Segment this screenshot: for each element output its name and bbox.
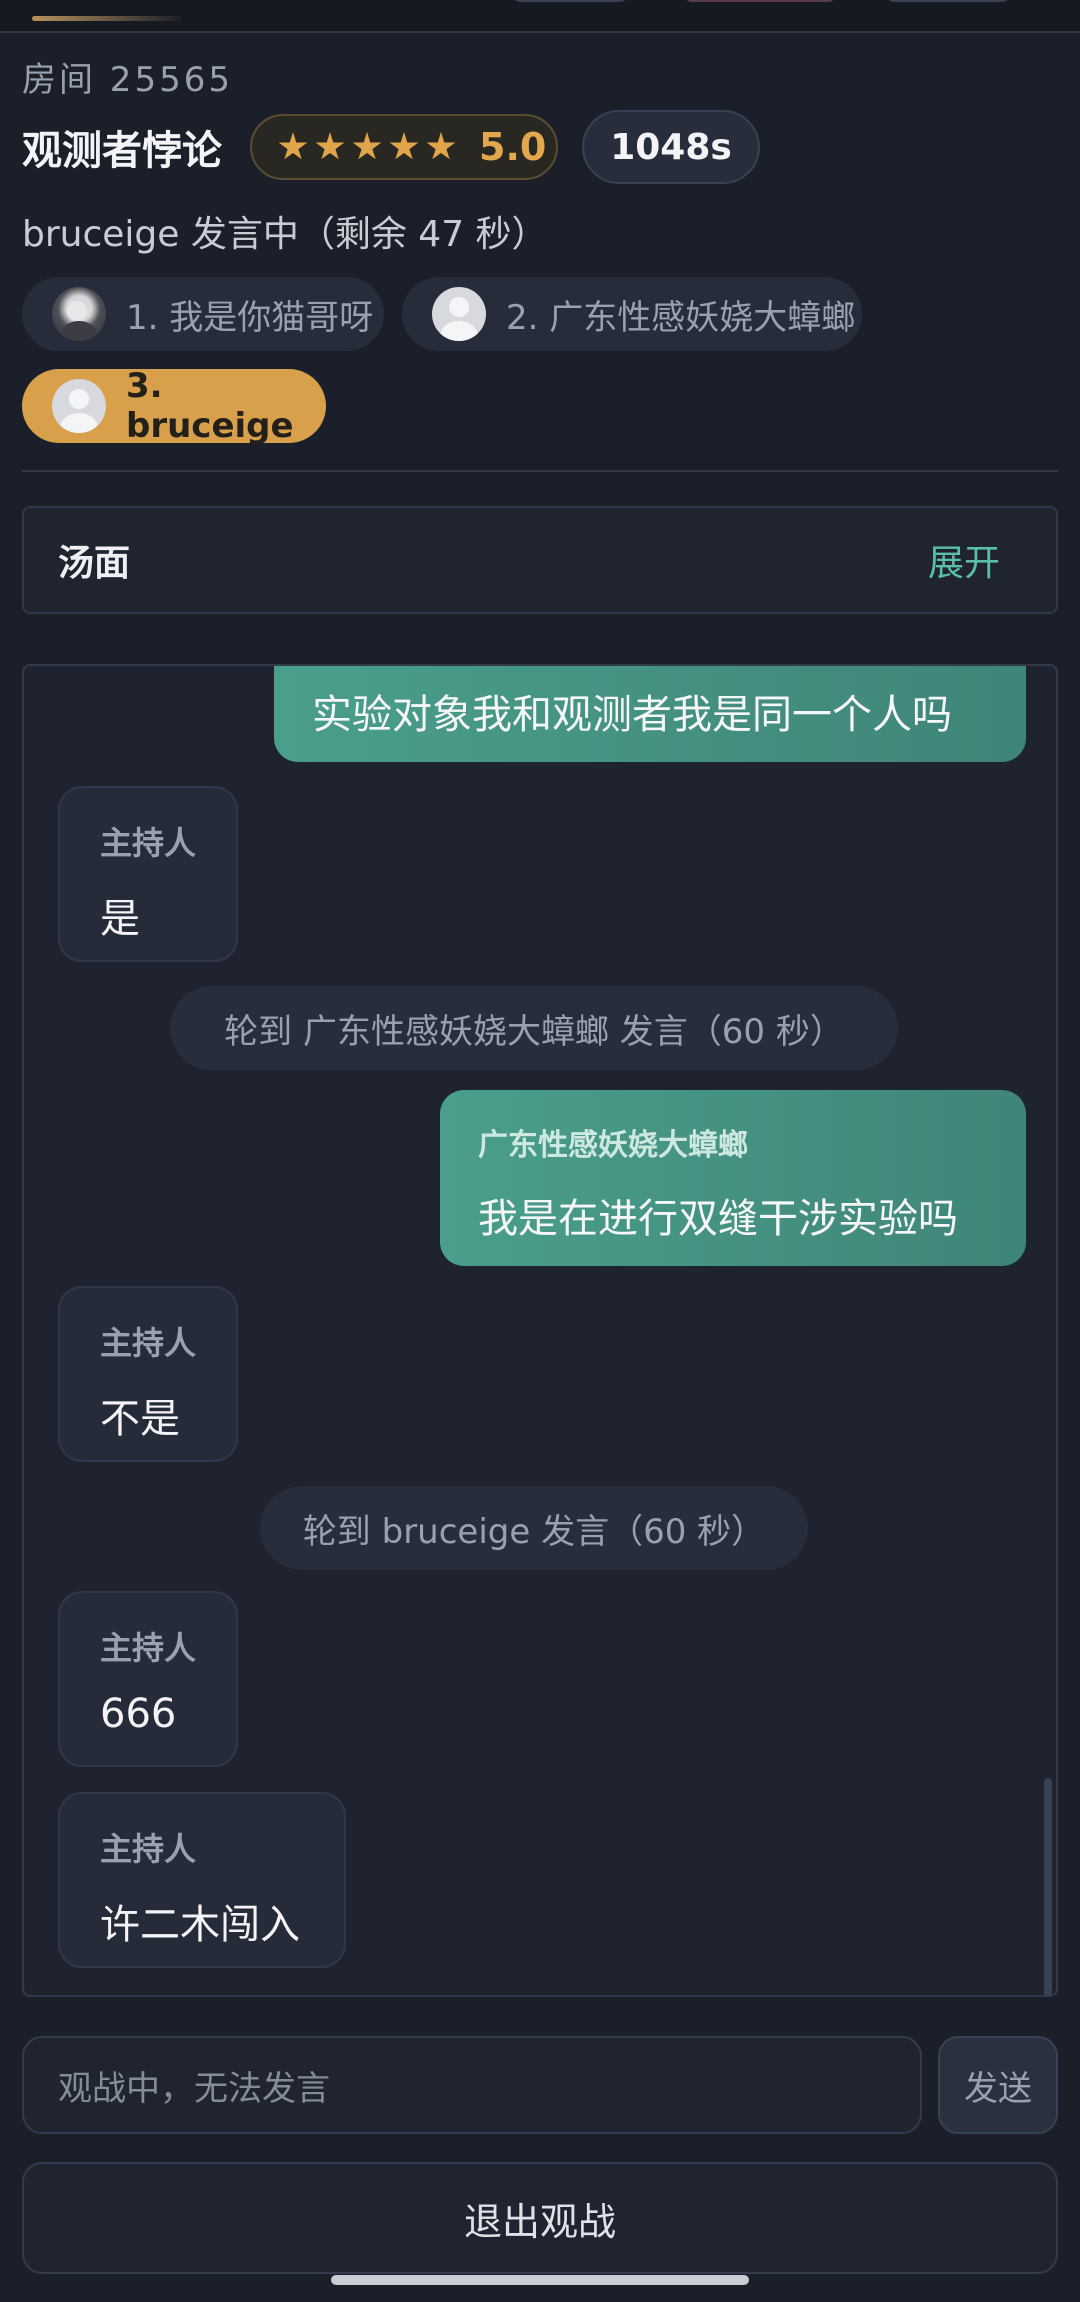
star-icon (426, 132, 456, 160)
default-avatar-icon (52, 379, 106, 433)
player-label: 3. bruceige (126, 366, 294, 446)
message-text: 我是在进行双缝干涉实验吗 (478, 1196, 958, 1242)
exit-spectate-button[interactable]: 退出观战 (22, 2162, 1058, 2274)
own-message-bubble: 实验对象我和观测者我是同一个人吗 (274, 666, 1026, 762)
avatar (52, 287, 106, 341)
message-text: 实验对象我和观测者我是同一个人吗 (312, 692, 952, 738)
soup-panel: 汤面 展开 (22, 506, 1058, 614)
host-message-bubble: 主持人 不是 (58, 1286, 238, 1462)
star-icon (352, 132, 382, 160)
top-tab-3[interactable] (884, 0, 1012, 2)
home-indicator[interactable] (331, 2275, 749, 2285)
chat-panel[interactable]: 实验对象我和观测者我是同一个人吗 主持人 是 轮到 广东性感妖娆大蟑螂 发言（6… (22, 664, 1058, 1997)
elapsed-timer: 1048s (582, 110, 760, 184)
host-message-bubble: 主持人 666 (58, 1591, 238, 1767)
message-sender: 主持人 (100, 1830, 197, 1868)
puzzle-title: 观测者悖论 (22, 128, 222, 174)
expand-button[interactable]: 展开 (928, 534, 1000, 586)
player-chip-3-active[interactable]: 3. bruceige (22, 366, 326, 446)
host-message-bubble: 主持人 是 (58, 786, 238, 962)
rating-badge: 5.0 (250, 114, 558, 180)
soup-title: 汤面 (58, 543, 131, 584)
player-chip-1[interactable]: 1. 我是你猫哥呀 (22, 277, 384, 351)
star-icon (315, 132, 345, 160)
system-turn-notice: 轮到 广东性感妖娆大蟑螂 发言（60 秒） (170, 986, 898, 1070)
section-divider (22, 470, 1058, 472)
chat-scrollbar[interactable] (1044, 1778, 1052, 1995)
message-text: 不是 (100, 1396, 180, 1442)
send-button[interactable]: 发送 (938, 2036, 1058, 2134)
player-label: 2. 广东性感妖娆大蟑螂 (506, 297, 856, 338)
message-text: 许二木闯入 (100, 1902, 300, 1948)
player-label: 1. 我是你猫哥呀 (126, 297, 374, 338)
top-tab-1[interactable] (510, 0, 630, 2)
message-input[interactable]: 观战中，无法发言 (22, 2036, 922, 2134)
default-avatar-icon (432, 287, 486, 341)
rating-value: 5.0 (479, 125, 547, 169)
top-tab-2[interactable] (682, 0, 838, 2)
system-turn-notice: 轮到 bruceige 发言（60 秒） (260, 1486, 808, 1570)
message-sender: 主持人 (100, 1629, 197, 1667)
player-chip-2[interactable]: 2. 广东性感妖娆大蟑螂 (402, 277, 862, 351)
top-navigation-bar (0, 0, 1080, 33)
message-sender: 广东性感妖娆大蟑螂 (478, 1128, 748, 1163)
star-icon (389, 132, 419, 160)
player-message-bubble: 广东性感妖娆大蟑螂 我是在进行双缝干涉实验吗 (440, 1090, 1026, 1266)
message-sender: 主持人 (100, 1324, 197, 1362)
message-text: 666 (100, 1691, 177, 1737)
speaking-status: bruceige 发言中（剩余 47 秒） (22, 214, 548, 255)
top-progress-indicator (32, 16, 182, 21)
host-message-bubble: 主持人 许二木闯入 (58, 1792, 346, 1968)
star-icon (278, 132, 308, 160)
room-number: 房间 25565 (22, 60, 233, 100)
message-sender: 主持人 (100, 824, 197, 862)
message-text: 是 (100, 896, 140, 942)
